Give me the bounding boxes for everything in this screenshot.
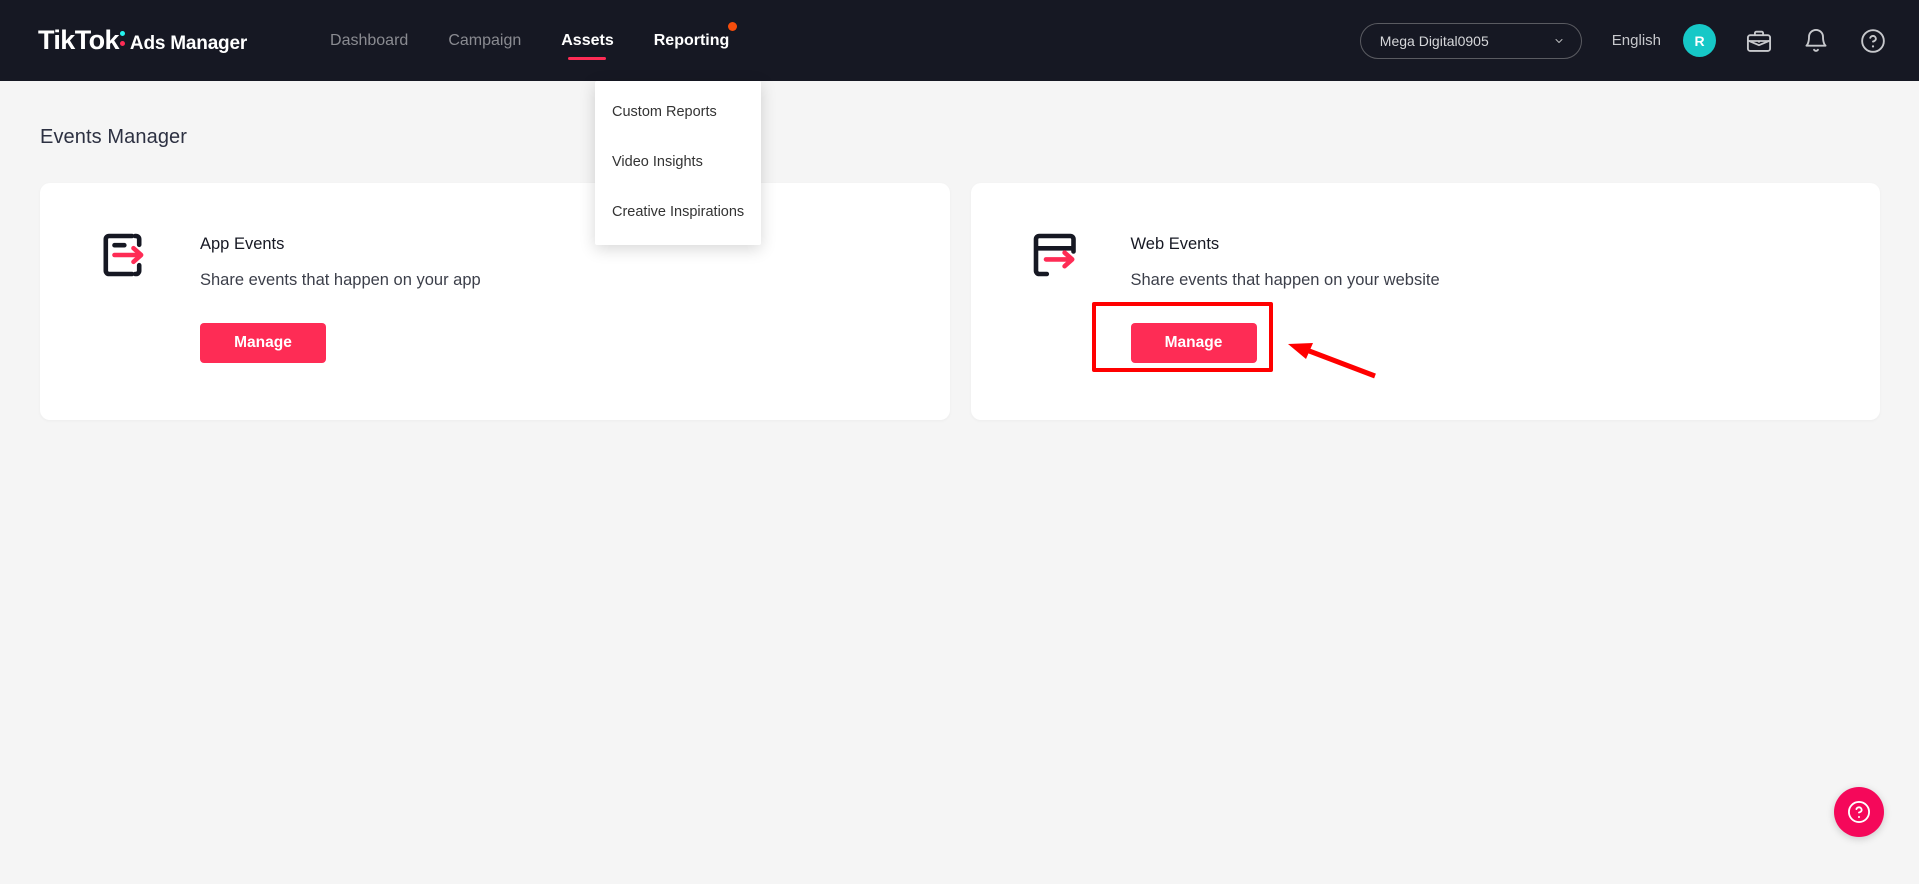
dropdown-item-video-insights[interactable]: Video Insights (595, 143, 761, 181)
card-app-events: App Events Share events that happen on y… (40, 183, 950, 420)
card-description-app-events: Share events that happen on your app (200, 271, 481, 289)
top-navigation-bar: TikTok Ads Manager Dashboard Campaign As… (0, 0, 1919, 81)
card-description-web-events: Share events that happen on your website (1130, 271, 1440, 289)
manage-button-web-events[interactable]: Manage (1130, 323, 1257, 363)
nav-label-dashboard: Dashboard (330, 31, 409, 49)
bell-icon[interactable] (1802, 27, 1830, 55)
dropdown-label-video-insights: Video Insights (612, 154, 703, 170)
web-events-icon (1027, 227, 1083, 283)
notification-dot-icon (728, 22, 738, 31)
avatar[interactable]: R (1683, 24, 1716, 57)
account-selector-value: Mega Digital0905 (1379, 32, 1489, 49)
tiktok-ads-manager-logo[interactable]: TikTok Ads Manager (38, 25, 247, 56)
reporting-dropdown-menu: Custom Reports Video Insights Creative I… (595, 81, 761, 245)
floating-help-button[interactable] (1834, 787, 1884, 837)
logo-brand-text: TikTok (38, 25, 120, 55)
nav-item-reporting[interactable]: Reporting (634, 0, 750, 81)
help-circle-icon (1848, 801, 1870, 823)
card-title-app-events: App Events (200, 235, 285, 253)
nav-label-reporting: Reporting (653, 31, 730, 49)
nav-label-campaign: Campaign (448, 31, 522, 49)
briefcase-icon[interactable] (1745, 27, 1773, 55)
page-title: Events Manager (40, 126, 188, 148)
events-manager-cards: App Events Share events that happen on y… (40, 183, 1880, 420)
dropdown-item-custom-reports[interactable]: Custom Reports (595, 93, 761, 131)
nav-item-dashboard[interactable]: Dashboard (310, 0, 428, 81)
nav-item-assets[interactable]: Assets (541, 0, 633, 81)
dropdown-label-custom-reports: Custom Reports (612, 104, 717, 120)
main-nav: Dashboard Campaign Assets Reporting (310, 0, 749, 81)
card-web-events: Web Events Share events that happen on y… (970, 183, 1880, 420)
card-title-web-events: Web Events (1130, 235, 1220, 253)
dropdown-label-creative-inspirations: Creative Inspirations (612, 204, 745, 220)
logo-product-text: Ads Manager (129, 33, 248, 54)
tiktok-colon-icon (119, 28, 127, 48)
nav-label-assets: Assets (561, 31, 614, 49)
help-circle-icon[interactable] (1859, 27, 1887, 55)
account-selector[interactable]: Mega Digital0905 (1359, 22, 1582, 59)
manage-button-app-events[interactable]: Manage (200, 323, 326, 363)
language-selector[interactable]: English (1612, 32, 1661, 49)
active-tab-underline (568, 57, 607, 60)
top-right-controls: Mega Digital0905 English R (1359, 22, 1887, 59)
dropdown-item-creative-inspirations[interactable]: Creative Inspirations (595, 193, 761, 231)
avatar-initial: R (1694, 32, 1705, 49)
nav-item-campaign[interactable]: Campaign (428, 0, 541, 81)
chevron-down-icon (1555, 38, 1563, 43)
app-events-icon (96, 227, 152, 283)
